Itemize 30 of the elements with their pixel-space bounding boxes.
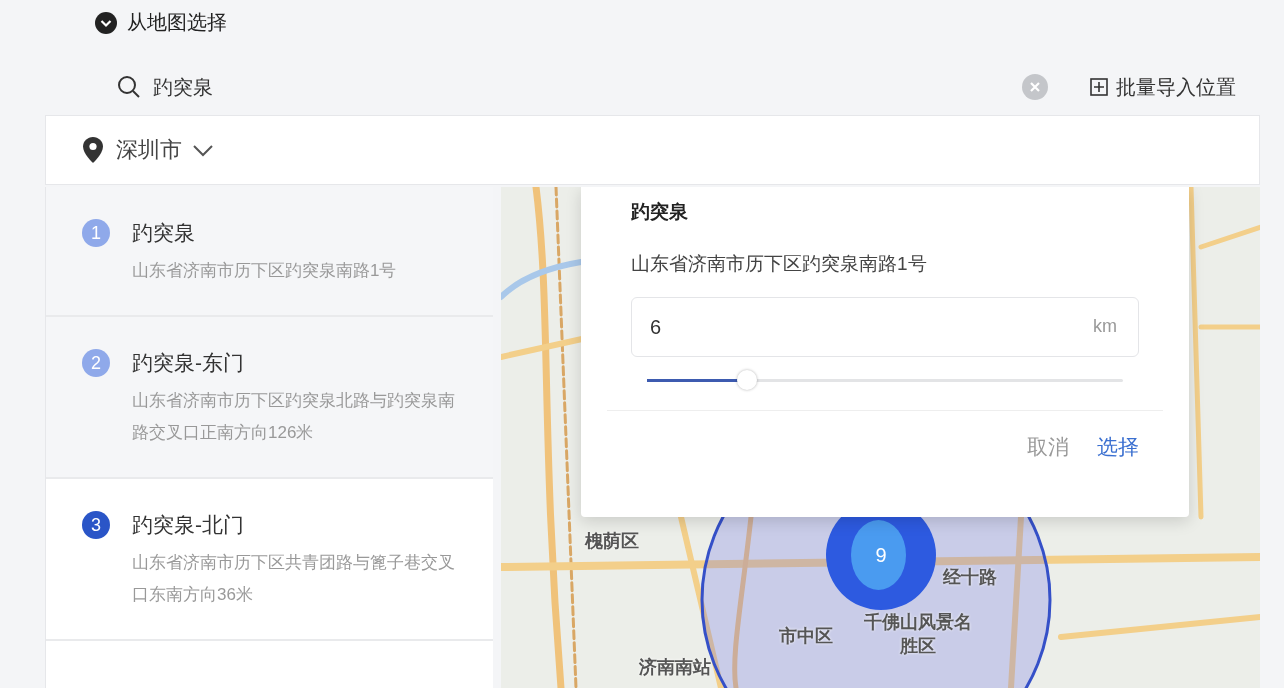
map-label: 市中区 [779, 625, 833, 648]
location-pin-icon [82, 136, 104, 164]
map-label: 经十路 [943, 566, 997, 589]
map-label: 千佛山风景名胜区 [863, 611, 973, 658]
plus-square-icon [1090, 78, 1108, 96]
place-name: 趵突泉-北门 [132, 512, 245, 538]
bulk-import-button[interactable]: 批量导入位置 [1090, 73, 1236, 101]
index-badge: 3 [82, 511, 110, 539]
map-label: 槐荫区 [585, 530, 639, 553]
section-title: 从地图选择 [127, 10, 227, 35]
index-badge: 1 [82, 219, 110, 247]
chevron-down-icon [192, 143, 214, 157]
collapse-chevron-icon[interactable] [95, 11, 117, 34]
place-name: 趵突泉-东门 [132, 350, 245, 376]
map-label: 济南南站 [639, 656, 711, 679]
place-address: 山东省济南市历下区趵突泉北路与趵突泉南路交叉口正南方向126米 [132, 390, 456, 444]
city-dropdown[interactable]: 深圳市 [116, 135, 214, 165]
result-item[interactable]: 2 趵突泉-东门 山东省济南市历下区趵突泉北路与趵突泉南路交叉口正南方向126米 [46, 317, 493, 479]
map-drawing[interactable] [501, 187, 1260, 688]
search-icon [117, 75, 141, 99]
place-name: 趵突泉 [132, 220, 196, 246]
search-field[interactable]: 趵突泉 [153, 75, 1010, 99]
popup-address: 山东省济南市历下区趵突泉南路1号 [631, 252, 927, 276]
place-address: 山东省济南市历下区共青团路与篦子巷交叉口东南方向36米 [132, 552, 456, 606]
index-badge: 2 [82, 349, 110, 377]
result-item[interactable]: 1 趵突泉 山东省济南市历下区趵突泉南路1号 [46, 187, 493, 317]
popup-title: 趵突泉 [631, 200, 688, 224]
unit-label: km [1093, 316, 1117, 337]
select-button[interactable]: 选择 [1097, 433, 1139, 461]
place-address: 山东省济南市历下区趵突泉南路1号 [132, 260, 397, 282]
